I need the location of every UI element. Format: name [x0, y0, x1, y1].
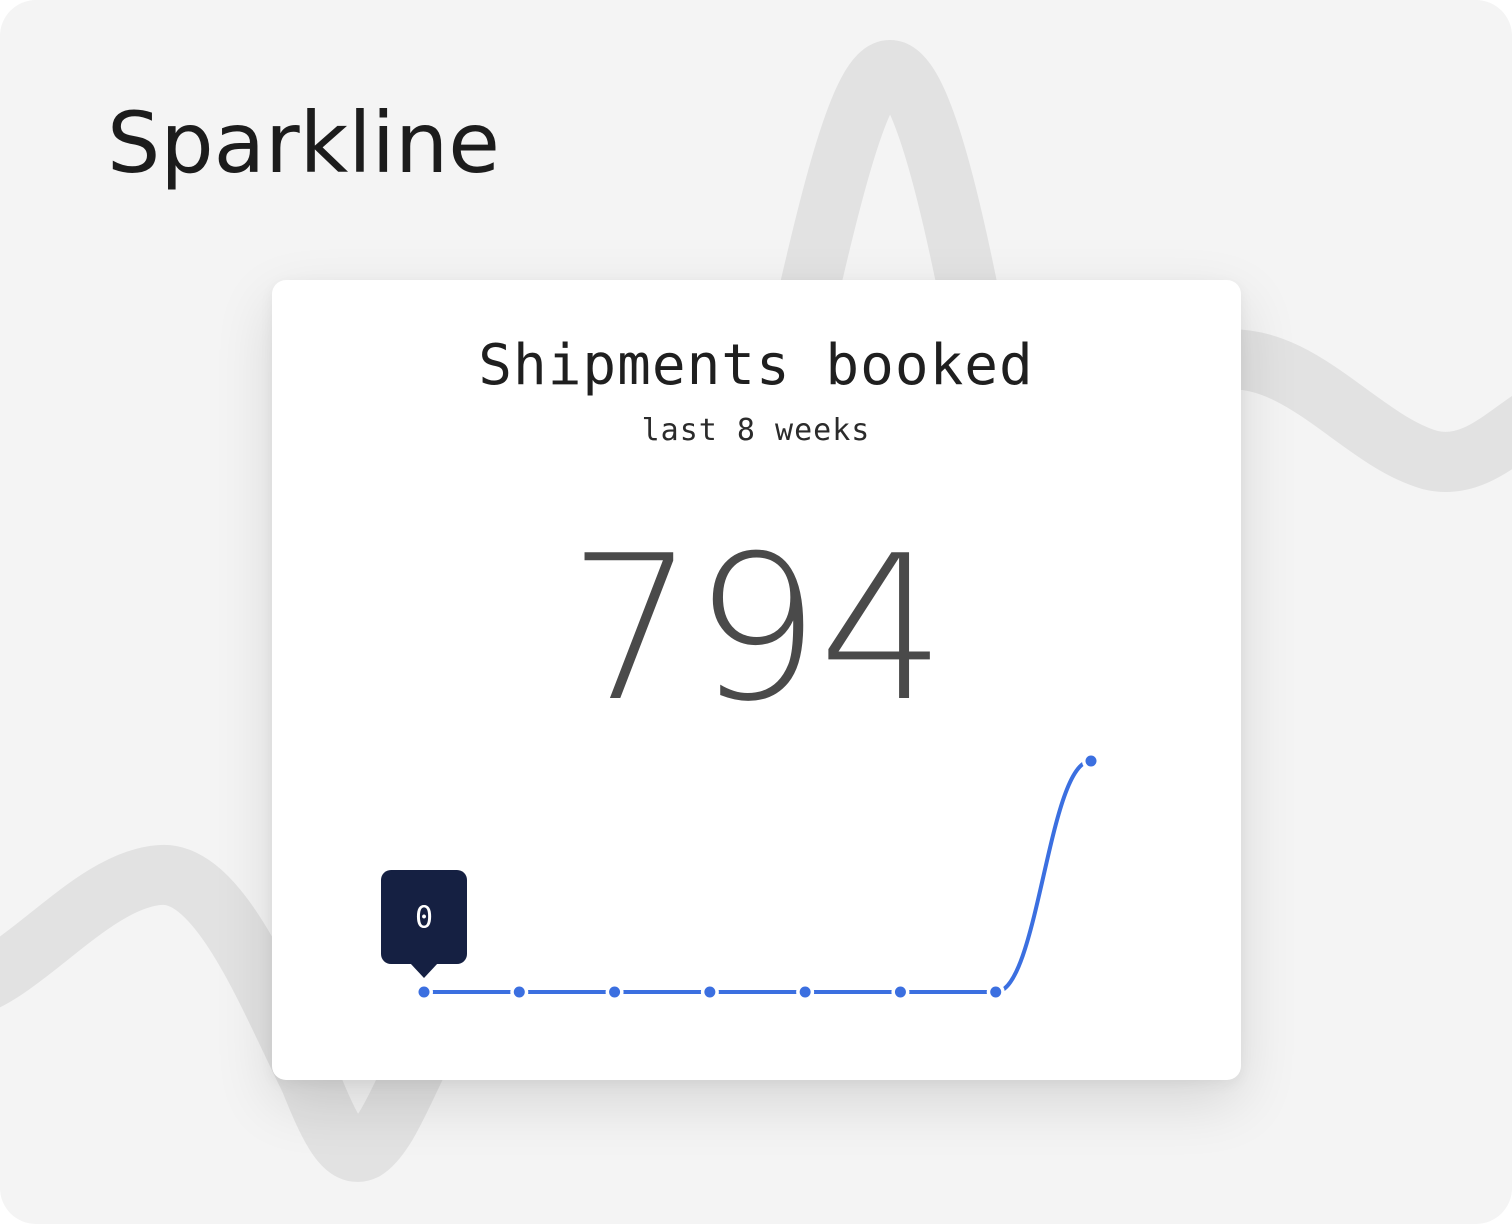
tooltip-label: 0 [415, 901, 433, 936]
kpi-value: 794 [568, 513, 946, 746]
data-point[interactable] [513, 986, 525, 998]
data-point[interactable] [894, 986, 906, 998]
data-point[interactable] [418, 986, 430, 998]
data-point[interactable] [609, 986, 621, 998]
canvas: Sparkline Shipments booked last 8 weeks … [0, 0, 1512, 1224]
tooltip: 0 [381, 870, 467, 978]
card-title: Shipments booked [478, 333, 1034, 398]
data-point[interactable] [704, 986, 716, 998]
data-point[interactable] [799, 986, 811, 998]
data-point[interactable] [990, 986, 1002, 998]
page-title: Sparkline [107, 94, 500, 192]
card-subtitle: last 8 weeks [641, 413, 871, 448]
data-point[interactable] [1085, 755, 1097, 767]
